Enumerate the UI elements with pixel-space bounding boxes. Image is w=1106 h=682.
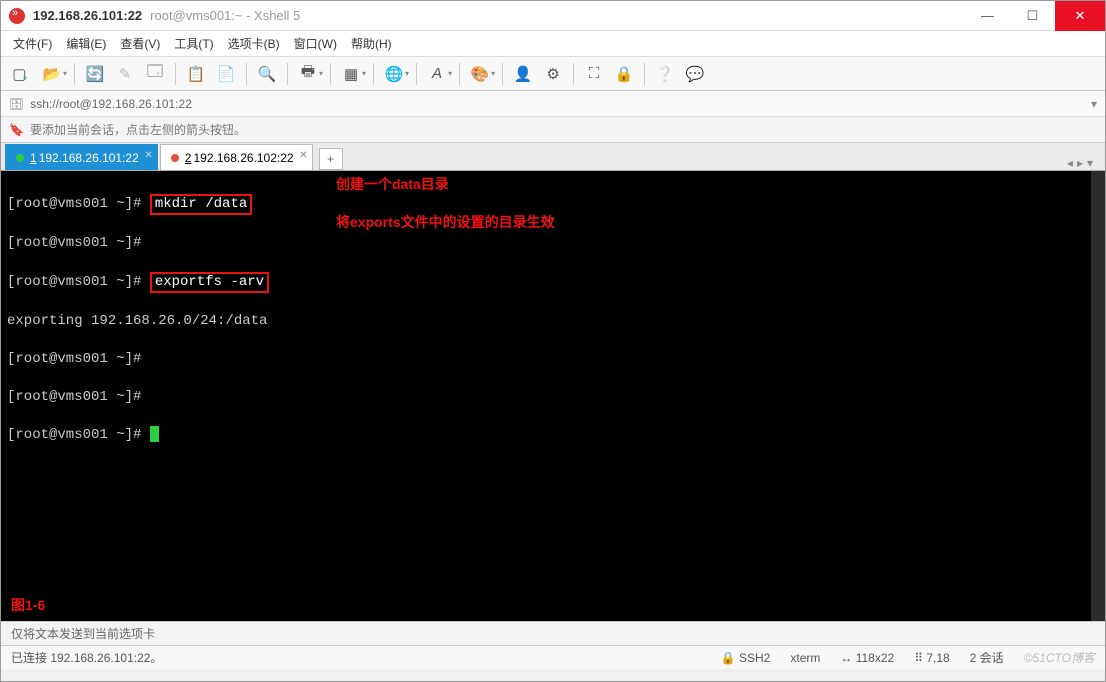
annotation-2: 将exports文件中的设置的目录生效: [336, 213, 555, 232]
menu-bar: 文件(F) 编辑(E) 查看(V) 工具(T) 选项卡(B) 窗口(W) 帮助(…: [1, 31, 1105, 57]
color-dropdown-icon[interactable]: ▾: [491, 69, 495, 78]
lock-icon[interactable]: 🔒: [611, 61, 637, 87]
status-bar-send-mode: 仅将文本发送到当前选项卡: [1, 621, 1105, 645]
reconnect-icon[interactable]: 🔄: [82, 61, 108, 87]
status-bar-connection: 已连接 192.168.26.101:22。 🔒 SSH2 xterm ↔ 11…: [1, 645, 1105, 669]
terminal-container: [root@vms001 ~]# mkdir /data [root@vms00…: [1, 171, 1105, 621]
window-title-sub: root@vms001:~ - Xshell 5: [150, 8, 300, 23]
print-icon[interactable]: 🖶: [295, 61, 321, 87]
tab-label: 192.168.26.101:22: [39, 151, 139, 165]
new-session-icon[interactable]: ▢+: [9, 61, 35, 87]
status-cursor-pos: ⠿ 7,18: [914, 651, 949, 665]
close-button[interactable]: ✕: [1055, 1, 1105, 31]
address-url[interactable]: ssh://root@192.168.26.101:22: [30, 97, 192, 111]
globe-dropdown-icon[interactable]: ▾: [405, 69, 409, 78]
terminal[interactable]: [root@vms001 ~]# mkdir /data [root@vms00…: [1, 171, 1105, 621]
find-icon[interactable]: 🔍: [254, 61, 280, 87]
menu-tabs[interactable]: 选项卡(B): [228, 35, 280, 52]
tab-nav: ◂ ▸ ▾: [1059, 156, 1101, 170]
highlighted-command: exportfs -arv: [150, 272, 269, 293]
status-termtype: xterm: [790, 651, 820, 665]
menu-view[interactable]: 查看(V): [120, 35, 160, 52]
tab-next-icon[interactable]: ▸: [1077, 156, 1083, 170]
disconnect-icon[interactable]: ✎: [112, 61, 138, 87]
help-icon[interactable]: ❔: [652, 61, 678, 87]
hint-bar: 🔖 要添加当前会话，点击左侧的箭头按钮。: [1, 117, 1105, 143]
bookmark-icon[interactable]: 🔖: [9, 123, 24, 137]
tab-index: 1: [30, 151, 37, 165]
highlighted-command: mkdir /data: [150, 194, 252, 215]
title-bar: 192.168.26.101:22 root@vms001:~ - Xshell…: [1, 1, 1105, 31]
fullscreen-icon[interactable]: ⛶: [581, 61, 607, 87]
annotation-1: 创建一个data目录: [336, 175, 449, 194]
terminal-scrollbar[interactable]: [1091, 171, 1105, 621]
menu-help[interactable]: 帮助(H): [351, 35, 392, 52]
layout-icon[interactable]: ▦: [338, 61, 364, 87]
tab-label: 192.168.26.102:22: [193, 151, 293, 165]
maximize-button[interactable]: ☐: [1010, 1, 1055, 31]
terminal-cursor: [150, 426, 159, 442]
tab-session-2[interactable]: 2 192.168.26.102:22 ✕: [160, 144, 313, 170]
open-dropdown-icon[interactable]: ▾: [63, 69, 67, 78]
globe-icon[interactable]: 🌐: [381, 61, 407, 87]
window-title-main: 192.168.26.101:22: [33, 8, 142, 23]
tab-prev-icon[interactable]: ◂: [1067, 156, 1073, 170]
script-icon[interactable]: ⚙: [540, 61, 566, 87]
menu-window[interactable]: 窗口(W): [294, 35, 337, 52]
open-icon[interactable]: 📂: [39, 61, 65, 87]
add-tab-button[interactable]: +: [319, 148, 343, 170]
tab-close-icon[interactable]: ✕: [299, 150, 307, 161]
menu-tools[interactable]: 工具(T): [174, 35, 213, 52]
minimize-button[interactable]: —: [965, 1, 1010, 31]
font-dropdown-icon[interactable]: ▾: [448, 69, 452, 78]
send-mode-text: 仅将文本发送到当前选项卡: [11, 625, 155, 642]
status-size: ↔ 118x22: [840, 651, 894, 665]
chat-icon[interactable]: 💬: [682, 61, 708, 87]
tab-list-icon[interactable]: ▾: [1087, 156, 1093, 170]
status-sessions: 2 会话: [970, 649, 1004, 666]
properties-icon[interactable]: 🗔: [142, 61, 168, 87]
font-icon[interactable]: A: [424, 61, 450, 87]
address-bar: 🗄 ssh://root@192.168.26.101:22 ▾: [1, 91, 1105, 117]
status-protocol: 🔒 SSH2: [721, 651, 771, 665]
app-icon: [9, 8, 25, 24]
tab-index: 2: [185, 151, 192, 165]
address-dropdown-icon[interactable]: ▾: [1091, 97, 1097, 111]
layout-dropdown-icon[interactable]: ▾: [362, 69, 366, 78]
ssh-lock-icon: 🗄: [9, 97, 24, 111]
tab-bar: 1 192.168.26.101:22 ✕ 2 192.168.26.102:2…: [1, 143, 1105, 171]
paste-icon[interactable]: 📄: [213, 61, 239, 87]
status-dot-icon: [16, 154, 24, 162]
hint-text: 要添加当前会话，点击左侧的箭头按钮。: [30, 121, 246, 138]
status-connected: 已连接 192.168.26.101:22。: [11, 649, 162, 666]
menu-edit[interactable]: 编辑(E): [66, 35, 106, 52]
toolbar: ▢+ 📂▾ 🔄 ✎ 🗔 📋 📄 🔍 🖶▾ ▦▾ 🌐▾ A▾ 🎨▾ 👤 ⚙ ⛶ 🔒…: [1, 57, 1105, 91]
color-icon[interactable]: 🎨: [467, 61, 493, 87]
tab-session-1[interactable]: 1 192.168.26.101:22 ✕: [5, 144, 158, 170]
copy-icon[interactable]: 📋: [183, 61, 209, 87]
menu-file[interactable]: 文件(F): [13, 35, 52, 52]
tab-close-icon[interactable]: ✕: [144, 150, 152, 161]
watermark: ©51CTO博客: [1024, 649, 1095, 666]
figure-label: 图1-6: [11, 596, 45, 615]
user-icon[interactable]: 👤: [510, 61, 536, 87]
status-dot-icon: [171, 154, 179, 162]
print-dropdown-icon[interactable]: ▾: [319, 69, 323, 78]
